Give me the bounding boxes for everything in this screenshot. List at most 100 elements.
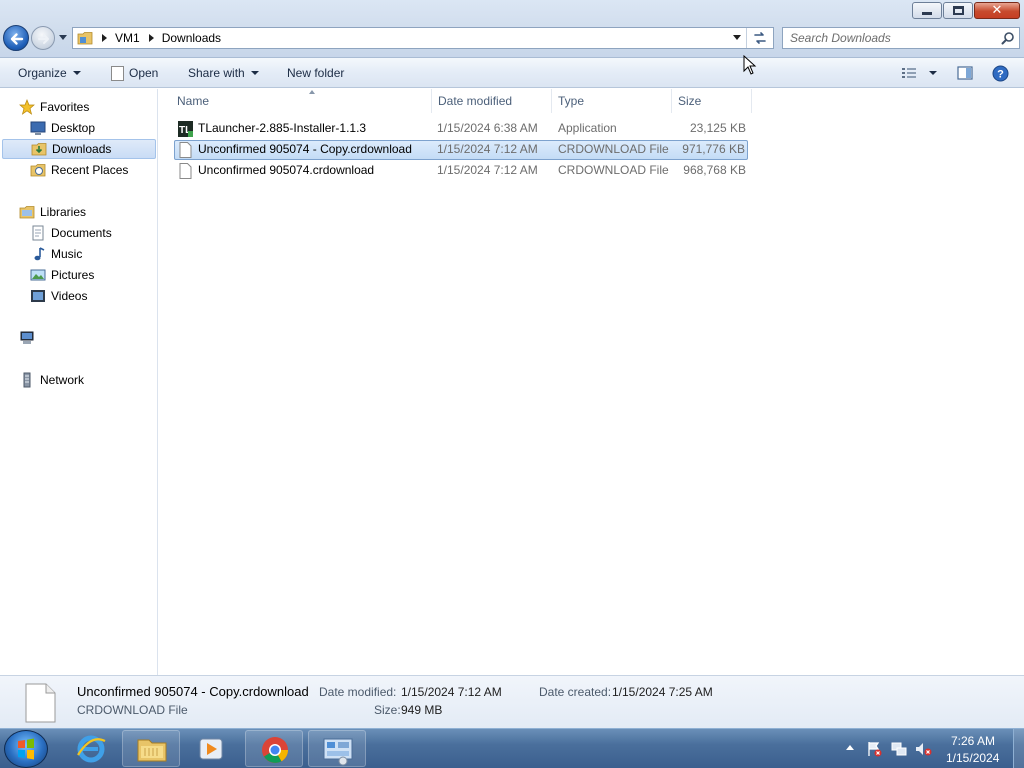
recent-pages-dropdown[interactable] <box>59 35 67 40</box>
search-input[interactable] <box>783 28 993 48</box>
volume-muted-icon[interactable] <box>915 741 933 757</box>
nav-documents[interactable]: Documents <box>30 223 112 243</box>
file-name: Unconfirmed 905074 - Copy.crdownload <box>198 142 412 156</box>
details-size-label: Size: <box>374 703 401 717</box>
breadcrumb-downloads[interactable]: Downloads <box>162 31 221 45</box>
column-label: Type <box>558 94 585 108</box>
file-row[interactable]: Unconfirmed 905074.crdownload 1/15/2024 … <box>174 161 748 181</box>
file-preview-icon <box>25 683 56 723</box>
column-header-name[interactable]: Name <box>171 89 432 113</box>
taskbar-media-player[interactable] <box>182 730 240 767</box>
show-desktop-button[interactable] <box>1013 729 1024 768</box>
address-history-dropdown-icon[interactable] <box>733 35 741 40</box>
action-center-flag-icon[interactable] <box>866 741 882 757</box>
nav-music[interactable]: Music <box>30 244 82 264</box>
nav-favorites[interactable]: Favorites <box>19 97 89 117</box>
nav-desktop[interactable]: Desktop <box>30 118 95 138</box>
open-button[interactable]: Open <box>111 64 158 82</box>
organize-label: Organize <box>18 66 67 80</box>
open-label: Open <box>129 66 159 80</box>
help-button[interactable]: ? <box>992 64 1009 82</box>
back-button[interactable] <box>3 25 29 51</box>
details-date-created-label: Date created: <box>539 685 612 699</box>
breadcrumb-separator-icon <box>102 34 107 42</box>
control-panel-icon <box>323 738 353 766</box>
taskbar-internet-explorer[interactable] <box>62 730 120 767</box>
column-header-date-modified[interactable]: Date modified <box>432 89 552 113</box>
taskbar-control-panel[interactable] <box>308 730 366 767</box>
file-type: CRDOWNLOAD File <box>558 163 669 177</box>
view-details-icon <box>902 68 916 78</box>
nav-computer[interactable] <box>19 328 40 348</box>
breadcrumb-vm1[interactable]: VM1 <box>115 31 140 45</box>
pictures-icon <box>30 269 46 281</box>
file-type: Application <box>558 121 617 135</box>
search-icon[interactable] <box>1001 31 1015 45</box>
share-with-label: Share with <box>188 66 245 80</box>
organize-menu[interactable]: Organize <box>18 64 81 82</box>
nav-downloads[interactable]: Downloads <box>2 139 156 159</box>
nav-libraries[interactable]: Libraries <box>19 202 86 222</box>
minimize-button[interactable] <box>912 2 942 19</box>
nav-label: Music <box>51 247 83 261</box>
file-date-modified: 1/15/2024 7:12 AM <box>437 163 538 177</box>
minimize-icon <box>922 12 932 15</box>
nav-network[interactable]: Network <box>19 370 84 390</box>
file-date-modified: 1/15/2024 6:38 AM <box>437 121 538 135</box>
sort-ascending-icon <box>309 90 315 94</box>
refresh-icon[interactable] <box>751 30 769 46</box>
taskbar-chrome[interactable] <box>245 730 303 767</box>
search-box[interactable] <box>782 27 1020 49</box>
details-date-created-value: 1/15/2024 7:25 AM <box>612 685 713 699</box>
taskbar-windows-explorer[interactable] <box>122 730 180 767</box>
details-size-value: 949 MB <box>401 703 443 717</box>
libraries-icon <box>19 206 35 219</box>
change-view-button[interactable] <box>901 64 937 82</box>
details-file-type: CRDOWNLOAD File <box>77 703 188 717</box>
breadcrumb-separator-icon <box>148 34 154 42</box>
file-size: 23,125 KB <box>689 121 746 135</box>
new-folder-button[interactable]: New folder <box>287 64 344 82</box>
nav-label: Documents <box>51 226 112 240</box>
preview-pane-button[interactable] <box>957 64 973 82</box>
maximize-button[interactable] <box>943 2 973 19</box>
maximize-icon <box>952 6 964 15</box>
back-arrow-icon <box>10 33 24 45</box>
window-controls: ✕ <box>912 2 1020 19</box>
file-size: 968,768 KB <box>683 163 746 177</box>
column-header-size[interactable]: Size <box>672 89 752 113</box>
file-name: TLauncher-2.885-Installer-1.1.3 <box>198 121 367 135</box>
address-bar[interactable]: VM1 Downloads <box>72 27 774 49</box>
nav-pictures[interactable]: Pictures <box>30 265 94 285</box>
internet-explorer-icon <box>77 735 106 763</box>
nav-label: Favorites <box>40 100 90 114</box>
nav-label: Recent Places <box>51 163 129 177</box>
details-pane: Unconfirmed 905074 - Copy.crdownload CRD… <box>0 675 1024 728</box>
start-button[interactable] <box>4 730 48 768</box>
clock-time[interactable]: 7:26 AM <box>951 734 995 748</box>
column-header-type[interactable]: Type <box>552 89 672 113</box>
document-icon <box>111 65 124 81</box>
nav-label: Desktop <box>51 121 96 135</box>
network-status-icon[interactable] <box>891 741 907 757</box>
clock-date[interactable]: 1/15/2024 <box>946 751 999 765</box>
forward-button[interactable] <box>31 26 55 50</box>
nav-videos[interactable]: Videos <box>30 286 87 306</box>
show-hidden-icons-button[interactable] <box>846 745 854 750</box>
file-row-selected[interactable]: Unconfirmed 905074 - Copy.crdownload 1/1… <box>174 140 748 160</box>
close-button[interactable]: ✕ <box>974 2 1020 19</box>
file-type: CRDOWNLOAD File <box>558 142 669 156</box>
details-date-modified-label: Date modified: <box>319 685 397 699</box>
file-row[interactable]: TL TLauncher-2.885-Installer-1.1.3 1/15/… <box>174 119 748 139</box>
nav-recent-places[interactable]: Recent Places <box>30 160 128 180</box>
new-folder-label: New folder <box>287 66 345 80</box>
file-list: Name Date modified Type Size TL TLaunche… <box>159 55 1024 675</box>
navigation-pane: Favorites Desktop Downloads Recent Place… <box>0 89 158 675</box>
network-icon <box>23 372 31 388</box>
nav-label: Videos <box>51 289 88 303</box>
share-with-menu[interactable]: Share with <box>188 64 259 82</box>
help-icon: ? <box>992 65 1009 81</box>
address-divider <box>746 28 747 48</box>
chevron-down-icon[interactable] <box>929 71 937 75</box>
svg-text:?: ? <box>997 68 1004 80</box>
